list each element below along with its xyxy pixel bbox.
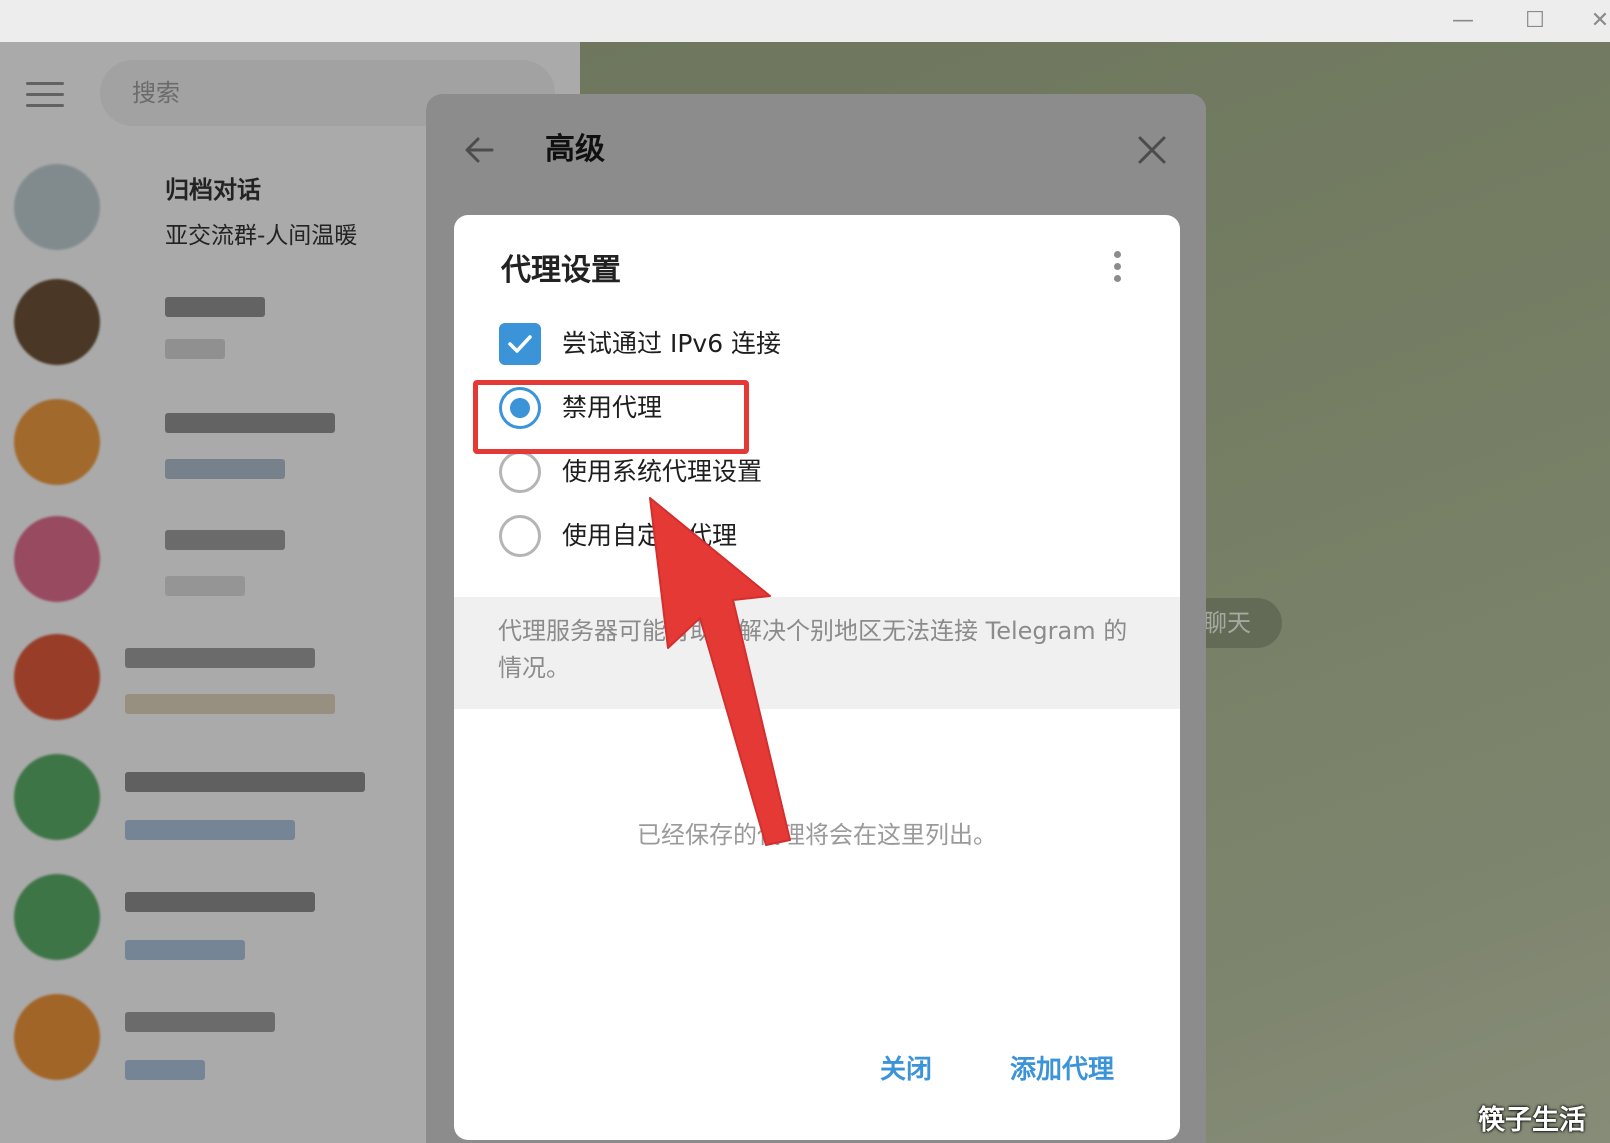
minimize-icon[interactable]: — — [1443, 6, 1483, 36]
highlight-annotation-box — [473, 380, 749, 454]
ipv6-checkbox[interactable] — [499, 323, 541, 365]
proxy-info-text: 代理服务器可能有助于解决个别地区无法连接 Telegram 的情况。 — [498, 617, 1128, 682]
custom-proxy-radio[interactable] — [499, 515, 541, 557]
checkmark-icon — [508, 335, 532, 353]
system-proxy-radio[interactable] — [499, 451, 541, 493]
saved-proxies-empty-text: 已经保存的代理将会在这里列出。 — [637, 821, 997, 849]
window-close-icon[interactable]: ✕ — [1580, 6, 1610, 36]
dialog-title: 代理设置 — [501, 253, 621, 288]
ipv6-label: 尝试通过 IPv6 连接 — [562, 329, 782, 358]
more-options-icon[interactable] — [1114, 251, 1124, 291]
proxy-settings-dialog: 代理设置 尝试通过 IPv6 连接 禁用代理 使用系统代理设置 使用自定义代理 … — [454, 215, 1180, 1140]
custom-proxy-option[interactable]: 使用自定义代理 — [498, 512, 1118, 560]
window-titlebar: — ☐ ✕ — [0, 0, 1610, 43]
close-button[interactable]: 关闭 — [880, 1050, 932, 1090]
system-proxy-label: 使用系统代理设置 — [562, 457, 763, 486]
custom-proxy-label: 使用自定义代理 — [562, 521, 738, 550]
add-proxy-button[interactable]: 添加代理 — [1010, 1050, 1114, 1090]
system-proxy-option[interactable]: 使用系统代理设置 — [498, 448, 1118, 496]
ipv6-option[interactable]: 尝试通过 IPv6 连接 — [498, 320, 1118, 368]
info-band: 代理服务器可能有助于解决个别地区无法连接 Telegram 的情况。 — [454, 597, 1180, 709]
watermark-text: 筷子生活 — [1478, 1105, 1586, 1136]
maximize-icon[interactable]: ☐ — [1515, 6, 1555, 36]
